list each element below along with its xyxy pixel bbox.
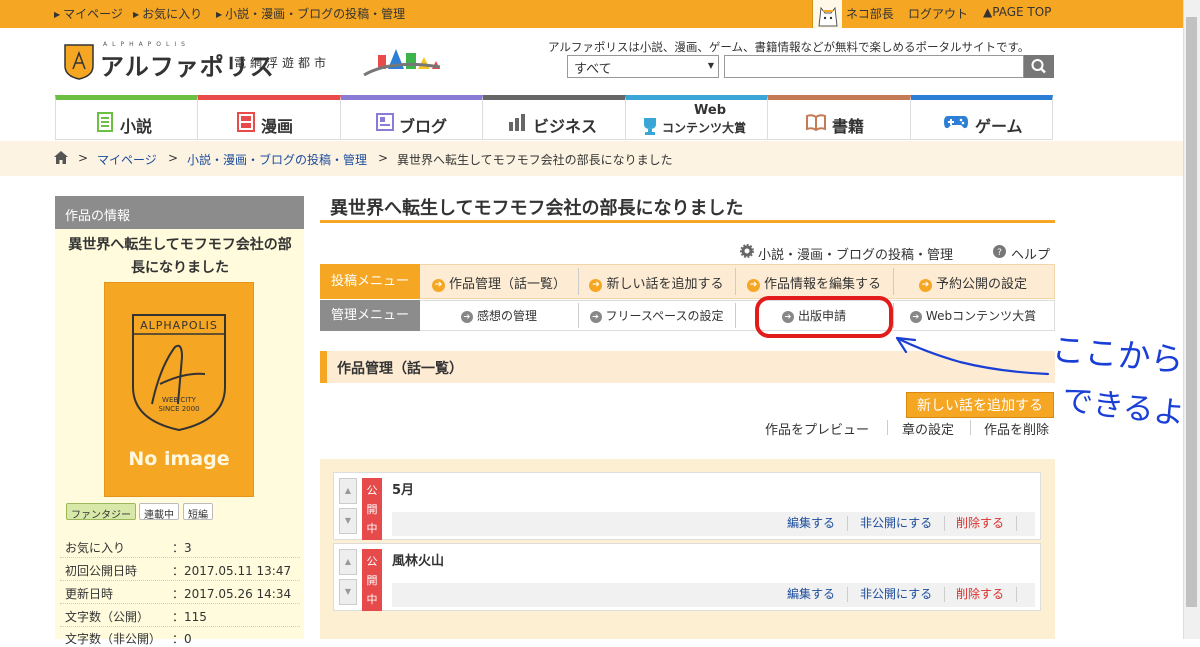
annotation-arrow <box>895 336 1050 376</box>
highlight-ring <box>755 296 893 338</box>
scrollbar-thumb[interactable] <box>1186 17 1197 607</box>
annotation-overlay <box>755 296 1050 376</box>
